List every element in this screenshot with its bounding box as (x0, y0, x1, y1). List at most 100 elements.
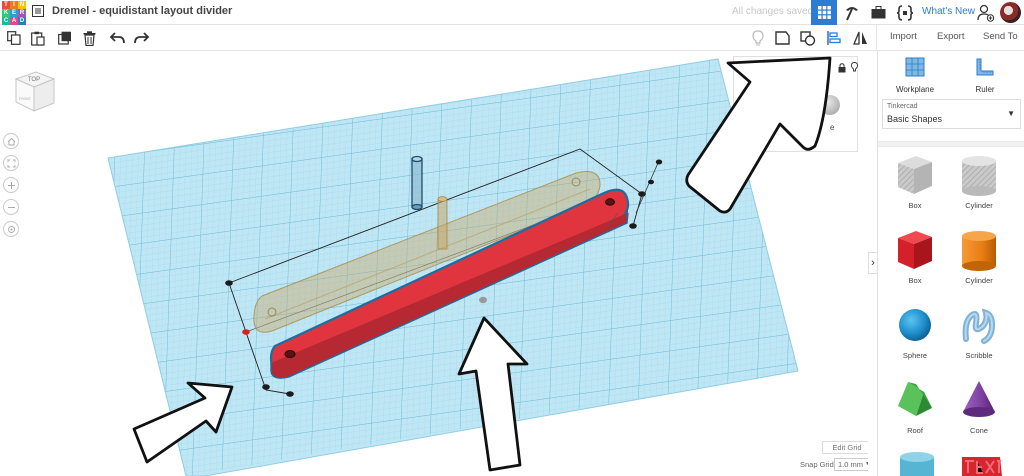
logo-letter: R (18, 9, 26, 17)
perspective-button[interactable] (3, 221, 19, 237)
alignment-peg-ghost (437, 196, 448, 250)
annotation-arrow-top-right (685, 56, 832, 214)
panel-divider (878, 141, 1024, 147)
cone-icon (963, 381, 995, 417)
shape-cylinder[interactable]: Cylinder (949, 224, 1009, 294)
briefcase-icon (871, 6, 885, 19)
group-icon (800, 30, 816, 46)
grid-icon (817, 6, 831, 19)
action-bar: Import Export Send To (876, 25, 1024, 51)
add-user-icon (977, 4, 995, 22)
snap-grid-select[interactable]: 1.0 mm ▾ (834, 458, 868, 471)
box-hole-icon (898, 156, 932, 194)
shape-box-hole[interactable]: Box (885, 149, 945, 219)
send-to-button[interactable]: Send To (983, 31, 1018, 42)
viewcube-front-label: FRONT (19, 97, 32, 101)
redo-icon (133, 32, 149, 44)
category-name: Basic Shapes (887, 114, 943, 124)
shape-label: Cone (970, 426, 988, 435)
notes-light-button[interactable] (749, 29, 767, 47)
shape-scribble[interactable]: Scribble (949, 299, 1009, 369)
zoom-in-button[interactable] (3, 177, 19, 193)
cylinder-icon (962, 231, 996, 271)
import-button[interactable]: Import (890, 31, 917, 42)
tinkercad-app: T I N K E R C A D Dremel - equidistant l… (0, 0, 1024, 476)
edit-grid-button[interactable]: Edit Grid (822, 441, 868, 454)
cylinder-hole-icon (962, 156, 996, 196)
paste-button[interactable] (29, 29, 47, 47)
shapes-panel: Workplane Ruler Tinkercad Basic Shapes ▼… (877, 51, 1024, 476)
ruler-label: Ruler (975, 85, 995, 94)
shape-label: Cylinder (965, 201, 993, 210)
zoom-out-button[interactable] (3, 199, 19, 215)
light-bulb-icon[interactable] (851, 62, 858, 73)
shape-cylinder-hole[interactable]: Cylinder (949, 149, 1009, 219)
3d-design-view-button[interactable] (811, 0, 837, 25)
ruler-tool[interactable]: Ruler (950, 57, 1020, 94)
align-icon (827, 31, 841, 45)
trash-icon (83, 30, 95, 46)
plus-icon (7, 181, 15, 189)
home-view-button[interactable] (3, 133, 19, 149)
lessons-button[interactable] (866, 0, 890, 25)
mirror-button[interactable] (851, 29, 869, 47)
shape-cone[interactable]: Cone (949, 374, 1009, 444)
shape-sphere[interactable]: Sphere (885, 299, 945, 369)
category-source: Tinkercad (887, 103, 918, 110)
redo-button[interactable] (132, 29, 150, 47)
minus-icon (7, 206, 15, 208)
shape-box[interactable]: Box (885, 224, 945, 294)
text-shape-preview[interactable] (960, 455, 1004, 476)
shape-label: Box (908, 201, 922, 210)
build-button[interactable] (840, 0, 864, 25)
shape-roof[interactable]: Roof (885, 374, 945, 444)
whats-new-link[interactable]: What's New (922, 6, 975, 17)
logo-letter: C (2, 17, 10, 25)
save-status: All changes saved (732, 6, 814, 17)
workplane-tool[interactable]: Workplane (880, 57, 950, 94)
shape-label: Cylinder (965, 276, 993, 285)
user-avatar[interactable] (1000, 2, 1021, 23)
codeblocks-button[interactable] (892, 0, 918, 25)
ruler-icon (976, 58, 994, 76)
document-title[interactable]: Dremel - equidistant layout divider (52, 5, 232, 17)
pickaxe-icon (846, 6, 858, 20)
snap-grid-value: 1.0 mm (838, 460, 864, 469)
workplane-icon (905, 57, 925, 77)
torus-shape-preview[interactable] (896, 451, 938, 476)
code-braces-icon (896, 4, 914, 21)
chevron-down-icon: ▾ (865, 461, 868, 467)
home-icon (7, 137, 15, 145)
box-icon (898, 231, 932, 269)
chevron-down-icon: ▼ (1007, 109, 1015, 118)
mirror-icon (852, 31, 867, 45)
align-button[interactable] (825, 29, 843, 47)
light-bulb-icon (752, 30, 764, 46)
roof-icon (898, 382, 932, 416)
viewcube-top-label: TOP (28, 77, 40, 83)
view-cube[interactable]: TOP FRONT (12, 69, 58, 115)
undo-icon (109, 32, 125, 44)
undo-button[interactable] (108, 29, 126, 47)
export-button[interactable]: Export (937, 31, 964, 42)
fit-view-button[interactable] (3, 155, 19, 171)
logo-letter: E (10, 9, 18, 17)
shape-note-button[interactable] (773, 29, 791, 47)
design-list-icon[interactable] (32, 5, 44, 17)
alignment-peg-blue[interactable] (411, 155, 423, 211)
logo-letter: A (10, 17, 18, 25)
logo-letter: N (18, 1, 26, 9)
copy-button[interactable] (5, 29, 23, 47)
top-bar: T I N K E R C A D Dremel - equidistant l… (0, 0, 1024, 25)
add-user-button[interactable] (975, 0, 997, 25)
duplicate-button[interactable] (56, 29, 74, 47)
logo-letter: K (2, 9, 10, 17)
delete-button[interactable] (80, 29, 98, 47)
logo-letter: D (18, 17, 26, 25)
logo-letter: T (2, 1, 10, 9)
snap-grid-label: Snap Grid (800, 460, 834, 469)
tinkercad-logo[interactable]: T I N K E R C A D (2, 1, 26, 25)
shape-category-select[interactable]: Tinkercad Basic Shapes ▼ (882, 99, 1021, 129)
group-button[interactable] (799, 29, 817, 47)
logo-letter: I (10, 1, 18, 9)
